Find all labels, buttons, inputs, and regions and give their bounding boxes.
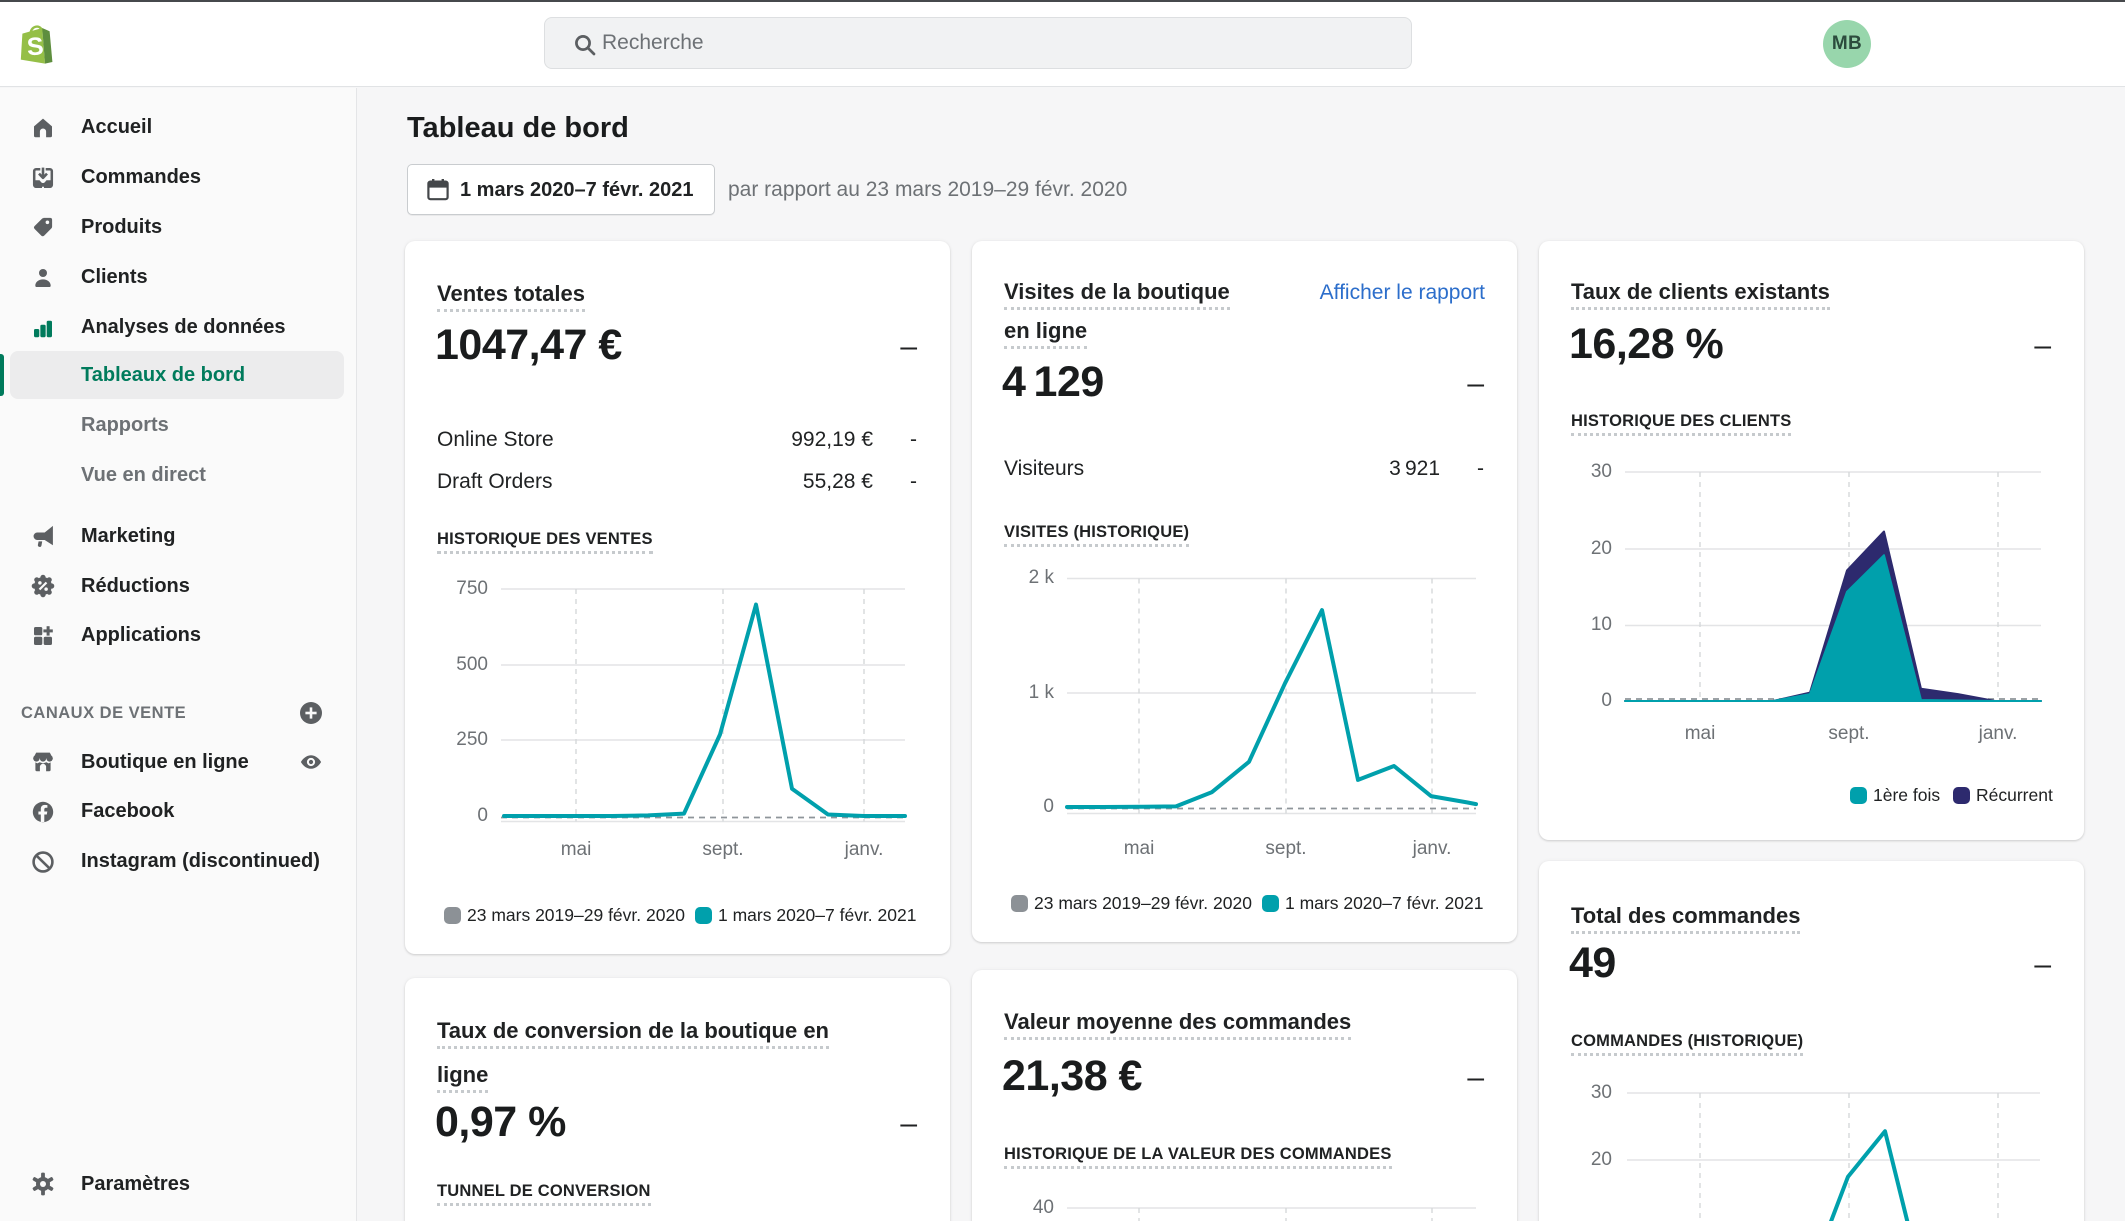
svg-text:S: S — [26, 32, 45, 61]
